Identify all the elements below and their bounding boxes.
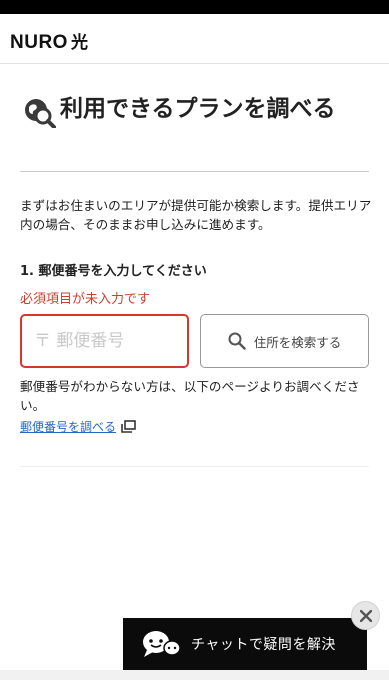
logo-suffix: 光 — [70, 33, 88, 53]
zip-lookup-link[interactable]: 郵便番号を調べる — [20, 418, 136, 435]
site-header: NURO 光 — [0, 14, 389, 64]
logo-text: NURO — [10, 32, 68, 53]
nuro-logo[interactable]: NURO 光 — [10, 28, 88, 54]
address-search-button[interactable]: 住所を検索する — [200, 314, 369, 368]
title-divider — [20, 171, 369, 172]
external-link-icon — [121, 420, 136, 433]
chat-close-button[interactable] — [351, 601, 380, 630]
step-label: 1. 郵便番号を入力してください — [20, 264, 207, 279]
status-bar — [0, 0, 389, 14]
search-button-label: 住所を検索する — [253, 334, 342, 350]
intro-text: まずはお住まいのエリアが提供可能か検索します。提供エリア内の場合、そのままお申し… — [20, 198, 372, 232]
page-title: 利用できるプランを調べる — [60, 96, 336, 122]
bottom-bar — [0, 670, 389, 680]
chat-bubbles-icon — [143, 631, 181, 657]
chat-label: チャットで疑問を解決 — [191, 637, 336, 653]
search-location-icon — [25, 99, 56, 128]
zip-input-container — [20, 314, 189, 368]
close-icon — [359, 609, 372, 622]
help-text: 郵便番号がわからない方は、以下のページよりお調べください。 — [20, 379, 360, 413]
section-divider — [20, 466, 369, 467]
search-icon — [228, 332, 246, 350]
error-message: 必須項目が未入力です — [20, 292, 151, 307]
chat-banner[interactable]: チャットで疑問を解決 — [123, 618, 367, 670]
zip-link-label: 郵便番号を調べる — [20, 420, 117, 434]
zip-code-input[interactable] — [22, 316, 187, 366]
